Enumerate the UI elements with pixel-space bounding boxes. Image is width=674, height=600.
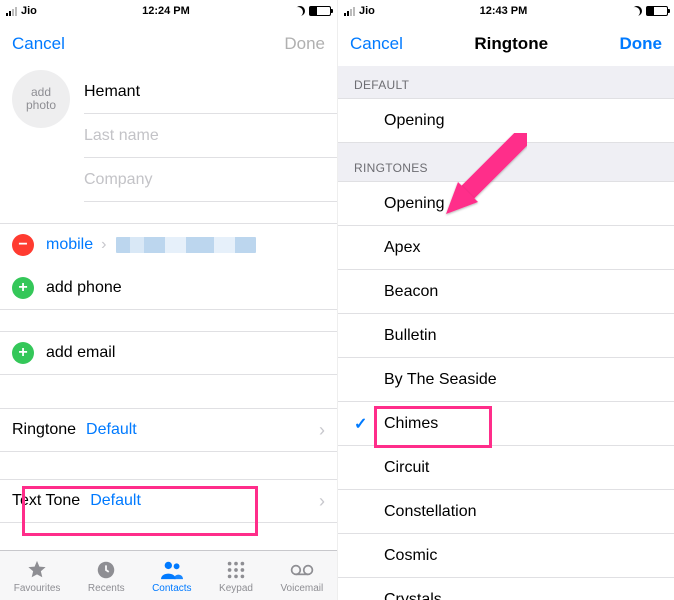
keypad-icon	[225, 558, 247, 582]
nav-bar: Cancel Ringtone Done	[338, 22, 674, 66]
tab-label: Recents	[88, 583, 125, 594]
ringtone-label: Constellation	[384, 503, 477, 521]
tab-bar: Favourites Recents Contacts Keypad Voice…	[0, 550, 337, 600]
ringtone-item[interactable]: Bulletin	[338, 314, 674, 358]
ringtone-label: Opening	[384, 112, 445, 130]
battery-icon	[309, 6, 331, 16]
page-title: Ringtone	[474, 34, 548, 54]
remove-phone-icon[interactable]: −	[12, 234, 34, 256]
ringtone-row[interactable]: Ringtone Default ›	[0, 408, 337, 452]
done-button[interactable]: Done	[284, 34, 325, 54]
status-bar: Jio 12:43 PM	[338, 0, 674, 22]
clock-icon	[95, 558, 117, 582]
ringtone-item[interactable]: Cosmic	[338, 534, 674, 578]
clock: 12:43 PM	[480, 5, 528, 17]
add-email-icon[interactable]: +	[12, 342, 34, 364]
tab-label: Favourites	[14, 583, 61, 594]
highlight-chimes	[374, 406, 492, 448]
tab-label: Contacts	[152, 583, 191, 594]
tab-label: Voicemail	[280, 583, 323, 594]
section-ringtones-header: RINGTONES	[338, 143, 674, 182]
ringtone-label: Opening	[384, 195, 445, 213]
chevron-right-icon: ›	[101, 236, 106, 254]
checkmark-icon: ✓	[354, 414, 367, 434]
ringtone-label: Cosmic	[384, 547, 437, 565]
phone-number-value[interactable]	[116, 237, 256, 253]
tab-keypad[interactable]: Keypad	[219, 558, 253, 594]
phone-row[interactable]: − mobile ›	[0, 223, 337, 267]
done-button[interactable]: Done	[619, 34, 662, 54]
contact-edit-screen: Jio 12:24 PM Cancel Done add photo Heman…	[0, 0, 337, 600]
last-name-field[interactable]: Last name	[84, 114, 337, 158]
status-bar: Jio 12:24 PM	[0, 0, 337, 22]
ringtone-label: Beacon	[384, 283, 438, 301]
carrier-label: Jio	[359, 5, 375, 17]
tab-label: Keypad	[219, 583, 253, 594]
tab-contacts[interactable]: Contacts	[152, 558, 191, 594]
ringtone-item[interactable]: By The Seaside	[338, 358, 674, 402]
ringtone-label: Apex	[384, 239, 420, 257]
contacts-icon	[159, 558, 185, 582]
cancel-button[interactable]: Cancel	[12, 34, 65, 54]
clock: 12:24 PM	[142, 5, 190, 17]
ringtone-label: Crystals	[384, 591, 442, 600]
tab-voicemail[interactable]: Voicemail	[280, 558, 323, 594]
tab-recents[interactable]: Recents	[88, 558, 125, 594]
add-email-label: add email	[46, 344, 115, 362]
ringtone-item[interactable]: Circuit	[338, 446, 674, 490]
phone-type-label[interactable]: mobile	[46, 236, 93, 254]
ringtone-item[interactable]: Opening	[338, 99, 674, 143]
highlight-ringtone	[22, 486, 258, 536]
add-phone-icon[interactable]: +	[12, 277, 34, 299]
star-icon	[26, 558, 48, 582]
tab-favourites[interactable]: Favourites	[14, 558, 61, 594]
ringtone-item[interactable]: Beacon	[338, 270, 674, 314]
ringtone-label: By The Seaside	[384, 371, 497, 389]
company-field[interactable]: Company	[84, 158, 337, 202]
carrier-label: Jio	[21, 5, 37, 17]
voicemail-icon	[289, 558, 315, 582]
ringtone-item[interactable]: Opening	[338, 182, 674, 226]
ringtone-item[interactable]: Crystals	[338, 578, 674, 600]
ringtone-picker-screen: Jio 12:43 PM Cancel Ringtone Done DEFAUL…	[337, 0, 674, 600]
nav-bar: Cancel Done	[0, 22, 337, 66]
disclosure-icon: ›	[319, 420, 325, 441]
disclosure-icon: ›	[319, 491, 325, 512]
ringtone-label: Circuit	[384, 459, 429, 477]
ringtone-item[interactable]: Apex	[338, 226, 674, 270]
ringtone-key: Ringtone	[12, 421, 76, 439]
battery-icon	[646, 6, 668, 16]
add-phone-row[interactable]: + add phone	[0, 266, 337, 310]
dnd-icon	[632, 6, 642, 16]
ringtone-item[interactable]: Constellation	[338, 490, 674, 534]
add-email-row[interactable]: + add email	[0, 331, 337, 375]
ringtone-list[interactable]: DEFAULT Opening RINGTONES Opening Apex Bea…	[338, 66, 674, 600]
ringtone-label: Bulletin	[384, 327, 436, 345]
dnd-icon	[295, 6, 305, 16]
add-photo-button[interactable]: add photo	[12, 70, 70, 128]
cancel-button[interactable]: Cancel	[350, 34, 403, 54]
first-name-field[interactable]: Hemant	[84, 70, 337, 114]
add-phone-label: add phone	[46, 279, 122, 297]
section-default-header: DEFAULT	[338, 66, 674, 99]
ringtone-value: Default	[86, 421, 137, 439]
